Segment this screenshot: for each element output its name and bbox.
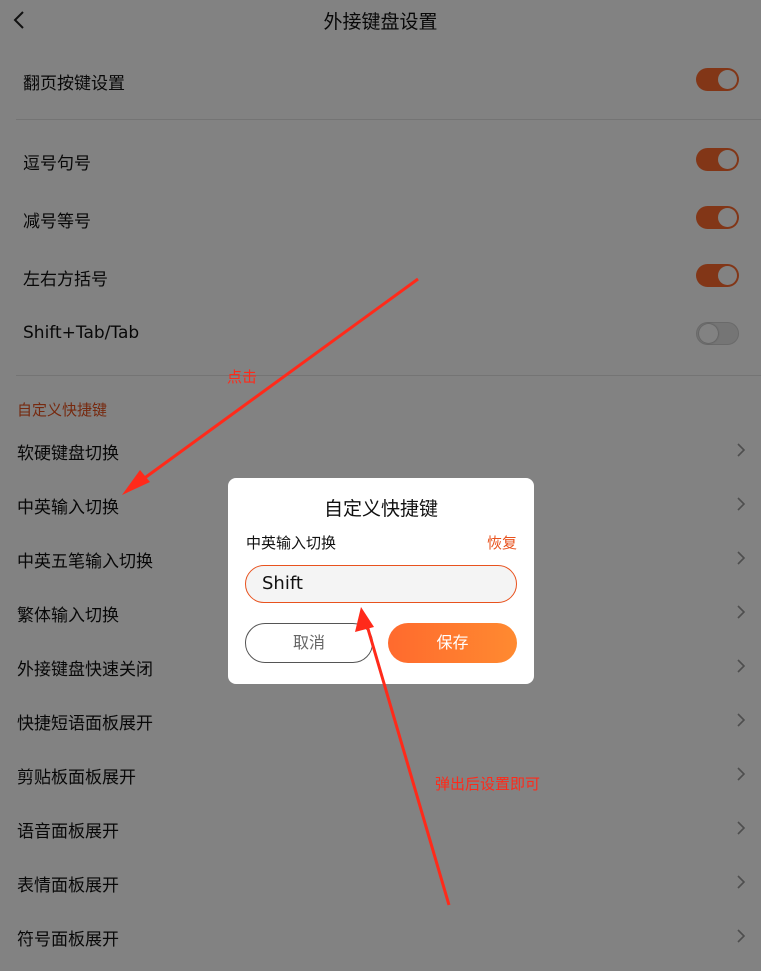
arrowhead-popup [355,607,374,632]
annotation-arrow-popup [364,621,451,906]
arrowhead-click [122,470,150,495]
annotation-popup-hint: 弹出后设置即可 [435,775,541,793]
annotation-arrows [122,277,451,906]
annotation-arrow-click [134,277,419,487]
annotation-click-hint: 点击 [227,368,258,386]
